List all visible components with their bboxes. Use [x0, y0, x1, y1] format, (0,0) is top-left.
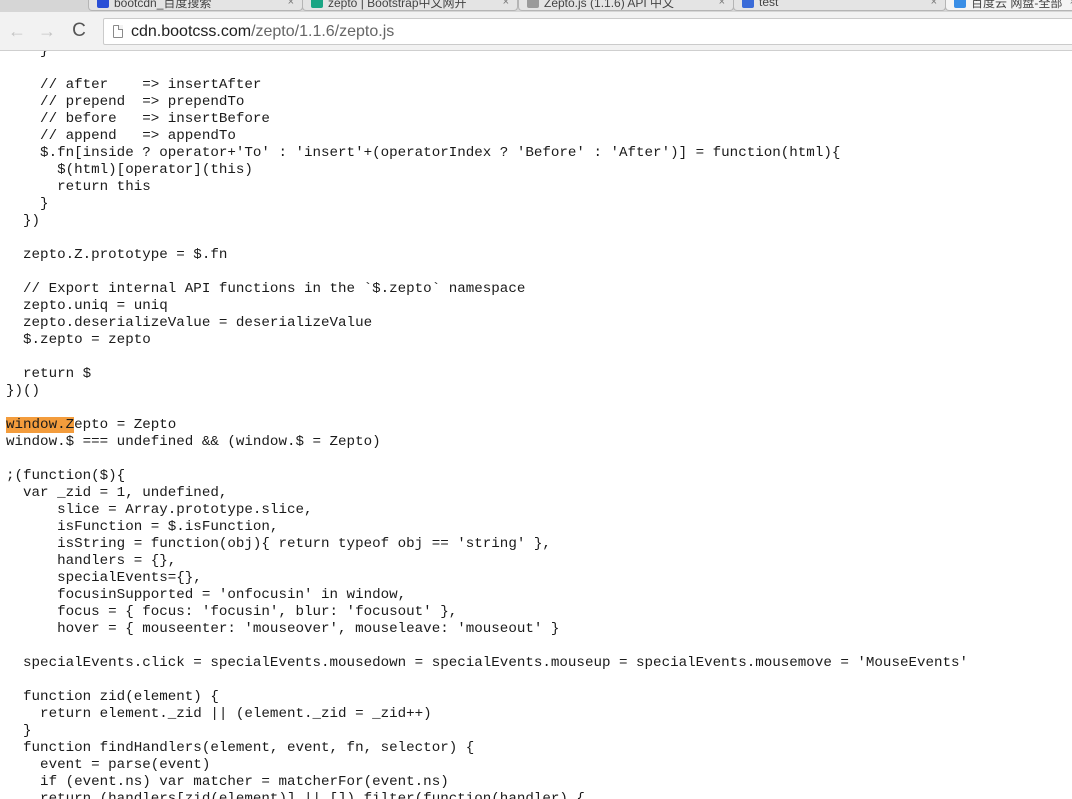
tab-close-icon[interactable]: × — [719, 0, 725, 8]
forward-button[interactable]: → — [36, 20, 58, 42]
code-line: zepto.Z.prototype = $.fn — [6, 247, 228, 263]
reload-button[interactable]: C — [68, 20, 90, 42]
code-line: event = parse(event) — [6, 757, 211, 773]
tab-title: zepto | Bootstrap中文网开 — [328, 0, 467, 10]
code-line: if (event.ns) var matcher = matcherFor(e… — [6, 774, 449, 790]
tab-favicon-icon — [97, 0, 109, 8]
code-line: return $ — [6, 366, 92, 382]
code-line: } — [6, 51, 49, 59]
browser-toolbar: ← → C cdn.bootcss.com/zepto/1.1.6/zepto.… — [0, 12, 1072, 51]
tab[interactable]: Zepto.js (1.1.6) API 中文 × — [518, 0, 734, 11]
find-match-highlight: window.Z — [6, 417, 75, 433]
source-code: } // after => insertAfter // prepend => … — [6, 51, 968, 799]
code-line: // before => insertBefore — [6, 111, 270, 127]
tab[interactable]: test × — [733, 0, 946, 11]
tab[interactable]: bootcdn_百度搜索 × — [88, 0, 303, 11]
code-line: return (handlers[zid(element)] || []).fi… — [6, 791, 585, 799]
tab-title: 百度云 网盘-全部 — [971, 0, 1063, 10]
code-line: ;(function($){ — [6, 468, 126, 484]
code-line: $.fn[inside ? operator+'To' : 'insert'+(… — [6, 145, 841, 161]
tab-title: bootcdn_百度搜索 — [114, 0, 212, 10]
code-line: var _zid = 1, undefined, — [6, 485, 228, 501]
code-line: zepto.uniq = uniq — [6, 298, 168, 314]
reload-icon: C — [72, 20, 86, 41]
code-line: isString = function(obj){ return typeof … — [6, 536, 551, 552]
code-line: focusinSupported = 'onfocusin' in window… — [6, 587, 407, 603]
tab-favicon-icon — [954, 0, 966, 8]
code-line: specialEvents={}, — [6, 570, 202, 586]
tab-title: Zepto.js (1.1.6) API 中文 — [544, 0, 675, 10]
code-line: handlers = {}, — [6, 553, 177, 569]
code-line: return element._zid || (element._zid = _… — [6, 706, 432, 722]
code-line: $.zepto = zepto — [6, 332, 151, 348]
tab-title: test — [759, 0, 779, 9]
tab-close-icon[interactable]: × — [503, 0, 509, 8]
code-line: return this — [6, 179, 151, 195]
tab-favicon-icon — [527, 0, 539, 8]
code-line: }) — [6, 213, 41, 229]
url-host: cdn.bootcss.com — [131, 22, 252, 40]
url-text: cdn.bootcss.com/zepto/1.1.6/zepto.js — [131, 23, 394, 41]
code-line: function zid(element) { — [6, 689, 219, 705]
address-bar[interactable]: cdn.bootcss.com/zepto/1.1.6/zepto.js — [103, 18, 1072, 45]
code-line: $(html)[operator](this) — [6, 162, 253, 178]
tab[interactable]: 百度云 网盘-全部× — [945, 0, 1072, 11]
code-line: specialEvents.click = specialEvents.mous… — [6, 655, 969, 671]
url-path: /zepto/1.1.6/zepto.js — [251, 22, 395, 40]
code-line: isFunction = $.isFunction, — [6, 519, 279, 535]
forward-arrow-icon: → — [38, 20, 56, 41]
tab-close-icon[interactable]: × — [288, 0, 294, 8]
code-line: focus = { focus: 'focusin', blur: 'focus… — [6, 604, 458, 620]
code-line: // after => insertAfter — [6, 77, 262, 93]
back-button[interactable]: ← — [6, 20, 28, 42]
code-line: } — [6, 196, 49, 212]
code-line: window.$ === undefined && (window.$ = Ze… — [6, 434, 381, 450]
code-line: slice = Array.prototype.slice, — [6, 502, 313, 518]
code-line: zepto.deserializeValue = deserializeValu… — [6, 315, 373, 331]
code-line: })() — [6, 383, 41, 399]
code-line: // prepend => prependTo — [6, 94, 245, 110]
page-content[interactable]: } // after => insertAfter // prepend => … — [0, 51, 1072, 799]
code-line: hover = { mouseenter: 'mouseover', mouse… — [6, 621, 560, 637]
tab-close-icon[interactable]: × — [931, 0, 937, 8]
code-line: } — [6, 723, 32, 739]
back-arrow-icon: ← — [8, 20, 26, 41]
page-icon — [113, 25, 123, 38]
tab[interactable]: zepto | Bootstrap中文网开 × — [302, 0, 518, 11]
code-line: function findHandlers(element, event, fn… — [6, 740, 475, 756]
code-line: // append => appendTo — [6, 128, 236, 144]
code-line: window.Zepto = Zepto — [6, 417, 177, 433]
tab-favicon-icon — [311, 0, 323, 8]
code-line: // Export internal API functions in the … — [6, 281, 526, 297]
tab-favicon-icon — [742, 0, 754, 8]
